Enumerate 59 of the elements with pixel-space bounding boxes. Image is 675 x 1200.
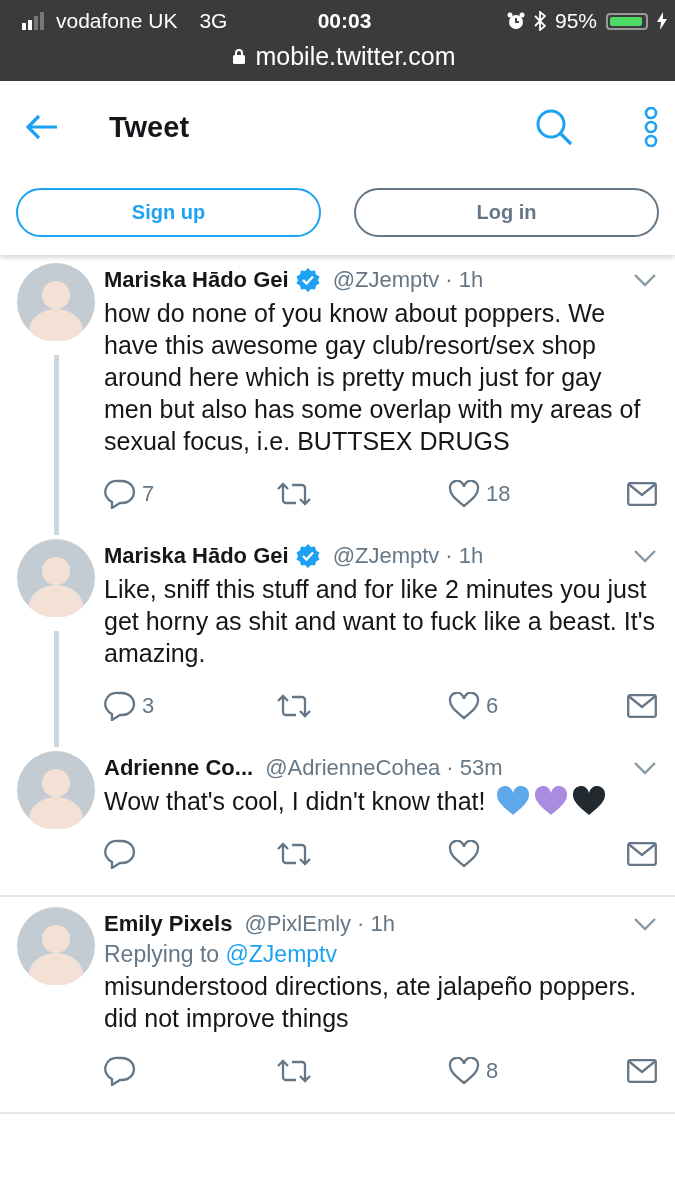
author-name[interactable]: Emily Pixels (104, 911, 233, 937)
retweet-icon[interactable] (276, 841, 312, 867)
tweet-time: · 1h (445, 543, 484, 569)
reply-icon[interactable] (104, 479, 136, 509)
envelope-icon[interactable] (627, 842, 657, 866)
network-type: 3G (199, 9, 228, 33)
battery-icon (606, 12, 648, 30)
retweet-icon[interactable] (276, 1058, 312, 1084)
tweet-text: misunderstood directions, ate jalapeño poppers. did not improve things (104, 972, 637, 1032)
replying-label: Replying to (104, 941, 220, 967)
tweet-text: Wow that's cool, I didn't know that! (104, 787, 486, 815)
sign-up-button[interactable]: Sign up (16, 188, 321, 237)
lock-icon (233, 49, 246, 64)
author-name[interactable]: Adrienne Co... (104, 755, 254, 781)
reply-count: 3 (142, 693, 155, 719)
reply-icon[interactable] (104, 1056, 136, 1086)
author-handle[interactable]: @ZJemptv (332, 267, 440, 293)
like-count: 8 (486, 1058, 499, 1084)
retweet-icon[interactable] (276, 693, 312, 719)
chevron-down-icon[interactable] (633, 761, 657, 775)
reply-count: 7 (142, 481, 155, 507)
heart-outline-icon[interactable] (448, 692, 480, 720)
heart-outline-icon[interactable] (448, 480, 480, 508)
heart-outline-icon[interactable] (448, 1057, 480, 1085)
like-count: 18 (486, 481, 511, 507)
envelope-icon[interactable] (627, 1059, 657, 1083)
back-arrow-icon[interactable] (25, 114, 59, 140)
tweet-time: · 53m (446, 755, 503, 781)
tweet-text: how do none of you know about poppers. We have this awesome gay club/resort/sex shop around here which is pretty much just for gay men but also has some overlap with my areas of sexual focus, i.e. BUTTSEX DRUGS (104, 299, 641, 455)
bluetooth-icon (533, 11, 546, 31)
log-in-button[interactable]: Log in (354, 188, 659, 237)
author-handle[interactable]: @ZJemptv (332, 543, 440, 569)
chevron-down-icon[interactable] (633, 917, 657, 931)
tweet-time: · 1h (357, 911, 395, 937)
author-handle[interactable]: @PixlEmly (244, 911, 352, 937)
url-text[interactable]: mobile.twitter.com (255, 42, 456, 71)
charging-icon (657, 12, 667, 30)
chevron-down-icon[interactable] (633, 549, 657, 563)
author-name[interactable]: Mariska Hādo Gei (104, 267, 289, 293)
envelope-icon[interactable] (627, 482, 657, 506)
author-handle[interactable]: @AdrienneCohea (265, 755, 441, 781)
carrier-name: vodafone UK (56, 9, 178, 33)
tweet-text: Like, sniff this stuff and for like 2 minutes you just get horny as shit and want to fuck like a beast. It's amazing. (104, 575, 655, 667)
author-name[interactable]: Mariska Hādo Gei (104, 543, 289, 569)
heart-outline-icon[interactable] (448, 840, 480, 868)
retweet-icon[interactable] (276, 481, 312, 507)
battery-percent: 95% (554, 9, 597, 33)
chevron-down-icon[interactable] (633, 273, 657, 287)
envelope-icon[interactable] (627, 694, 657, 718)
more-options-icon[interactable] (643, 107, 659, 147)
tweet-time: · 1h (445, 267, 484, 293)
like-count: 6 (486, 693, 499, 719)
reply-icon[interactable] (104, 691, 136, 721)
reply-icon[interactable] (104, 839, 136, 869)
page-title: Tweet (109, 110, 191, 144)
search-icon[interactable] (535, 108, 573, 146)
clock-time: 00:03 (317, 9, 372, 33)
alarm-icon (506, 12, 525, 30)
mention-link[interactable]: @ZJemptv (225, 941, 337, 967)
